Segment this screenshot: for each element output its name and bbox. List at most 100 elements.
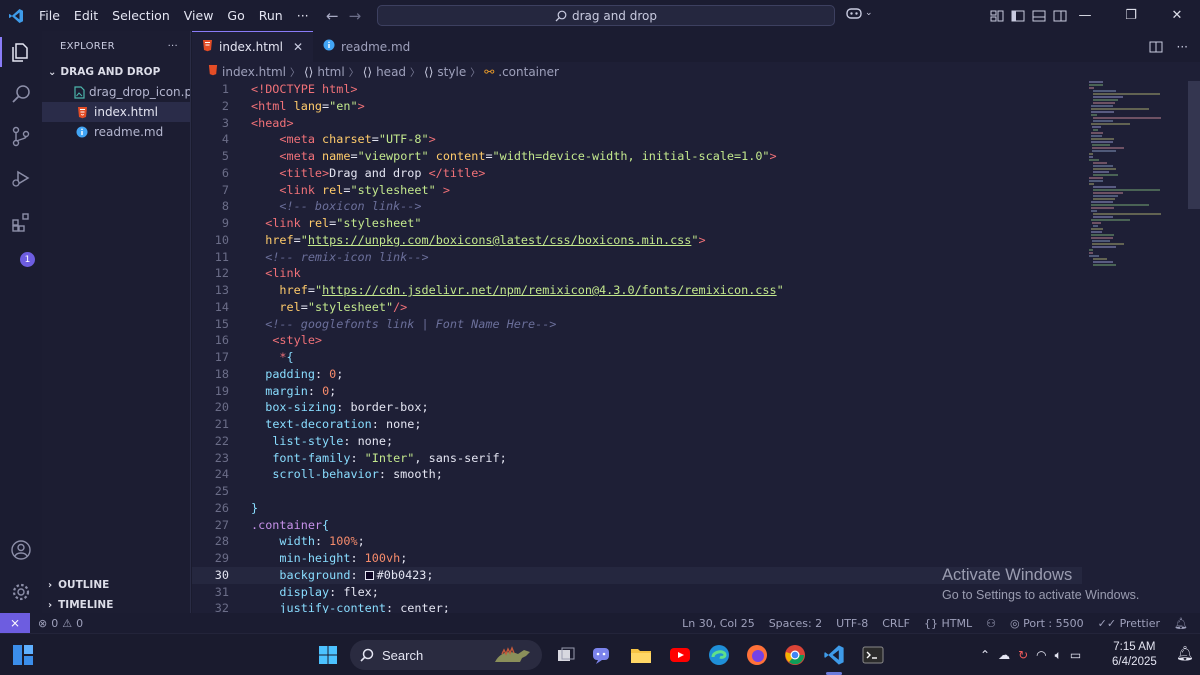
file-index-html[interactable]: index.html [42,102,190,122]
teams-chat-icon[interactable] [590,643,614,667]
split-editor-icon[interactable] [1149,41,1163,53]
code-line[interactable]: 6 <title>Drag and drop </title> [192,165,1082,182]
toggle-sidebar-icon[interactable] [1011,10,1025,22]
breadcrumb-item[interactable]: index.html [222,65,286,79]
code-line[interactable]: 21 text-decoration: none; [192,416,1082,433]
tab-index-html[interactable]: index.html ✕ [192,31,314,62]
menu-more[interactable]: ··· [290,0,316,31]
more-actions-icon[interactable]: ··· [1177,40,1188,54]
onedrive-icon[interactable]: ☁ [998,648,1010,662]
indentation[interactable]: Spaces: 2 [769,617,822,630]
customize-layout-icon[interactable] [990,10,1004,22]
wifi-icon[interactable]: ◠ [1036,648,1046,662]
code-line[interactable]: 5 <meta name="viewport" content="width=d… [192,148,1082,165]
editor-scrollbar[interactable] [1188,81,1200,209]
code-line[interactable]: 4 <meta charset="UTF-8"> [192,131,1082,148]
accounts-icon[interactable] [8,537,34,563]
code-line[interactable]: 2 <html lang="en"> [192,98,1082,115]
breadcrumb-item[interactable]: style [437,65,466,79]
explorer-icon[interactable] [8,39,34,65]
manage-gear-icon[interactable] [8,579,34,605]
code-line[interactable]: 25 [192,483,1082,500]
menu-edit[interactable]: Edit [67,0,105,31]
start-windows-icon[interactable] [316,643,340,667]
cursor-position[interactable]: Ln 30, Col 25 [682,617,755,630]
menu-run[interactable]: Run [252,0,290,31]
vscode-logo-icon[interactable] [0,0,32,31]
copilot-status-icon[interactable]: ⚇ [986,617,996,630]
timeline-section[interactable]: › TIMELINE [42,595,190,615]
copilot-button[interactable]: ⌄ [845,6,873,20]
code-line[interactable]: 19 margin: 0; [192,383,1082,400]
tab-readme-md[interactable]: readme.md [313,31,420,62]
explorer-more-button[interactable]: ··· [168,41,178,52]
code-line[interactable]: 22 list-style: none; [192,433,1082,450]
code-line[interactable]: 20 box-sizing: border-box; [192,399,1082,416]
code-line[interactable]: 12 <link [192,265,1082,282]
back-arrow-icon[interactable]: ← [326,7,339,25]
code-line[interactable]: 27 .container{ [192,517,1082,534]
source-control-icon[interactable] [8,123,34,149]
code-line[interactable]: 13 href="https://cdn.jsdelivr.net/npm/re… [192,282,1082,299]
file-drag-drop-icon[interactable]: drag_drop_icon.p... [42,82,190,102]
notifications-bell-icon[interactable]: 🔔︎ [1174,617,1188,630]
code-line[interactable]: 9 <link rel="stylesheet" [192,215,1082,232]
command-center-search[interactable]: drag and drop [377,5,835,26]
terminal-icon[interactable] [861,643,885,667]
line-ending[interactable]: CRLF [882,617,910,630]
code-line[interactable]: 1 <!DOCTYPE html> [192,81,1082,98]
close-button[interactable]: ✕ [1154,8,1200,23]
breadcrumb-item[interactable]: .container [498,65,559,79]
minimap[interactable] [1089,81,1189,271]
youtube-icon[interactable] [668,643,692,667]
notification-center-bell-icon[interactable]: 🔔︎ [1176,646,1194,662]
close-icon[interactable]: ✕ [293,40,303,54]
problems-indicator[interactable]: ⊗ 0 ⚠ 0 [38,617,83,630]
sync-icon[interactable]: ↻ [1018,648,1028,662]
encoding[interactable]: UTF-8 [836,617,868,630]
code-line[interactable]: 3 <head> [192,115,1082,132]
code-line[interactable]: 8 <!-- boxicon link--> [192,198,1082,215]
taskbar-search[interactable]: Search [350,640,542,670]
chevron-up-icon[interactable]: ⌃ [980,648,990,662]
chrome-icon[interactable] [783,643,807,667]
vscode-taskbar-icon[interactable] [822,643,846,667]
breadcrumb-item[interactable]: head [376,65,406,79]
file-explorer-icon[interactable] [629,643,653,667]
code-line[interactable]: 15 <!-- googlefonts link | Font Name Her… [192,316,1082,333]
firefox-icon[interactable] [745,643,769,667]
restore-button[interactable]: ❐ [1108,8,1154,23]
minimize-button[interactable]: — [1062,8,1108,23]
live-server-port[interactable]: ◎ Port : 5500 [1010,617,1084,630]
code-line[interactable]: 11 <!-- remix-icon link--> [192,249,1082,266]
code-line[interactable]: 28 width: 100%; [192,533,1082,550]
code-line[interactable]: 29 min-height: 100vh; [192,550,1082,567]
menu-view[interactable]: View [177,0,221,31]
toggle-panel-icon[interactable] [1032,10,1046,22]
menu-go[interactable]: Go [220,0,251,31]
code-line[interactable]: 10 href="https://unpkg.com/boxicons@late… [192,232,1082,249]
code-editor[interactable]: 1 <!DOCTYPE html> 2 <html lang="en"> 3 <head>… [192,81,1200,615]
outline-section[interactable]: › OUTLINE [42,575,190,595]
code-line[interactable]: 16 <style> [192,332,1082,349]
code-line[interactable]: 7 <link rel="stylesheet" > [192,182,1082,199]
menu-file[interactable]: File [32,0,67,31]
language-mode[interactable]: {} HTML [924,617,972,630]
code-line[interactable]: 18 padding: 0; [192,366,1082,383]
code-line[interactable]: 23 font-family: "Inter", sans-serif; [192,450,1082,467]
run-debug-icon[interactable] [8,165,34,191]
taskbar-clock[interactable]: 7:15 AM 6/4/2025 [1112,640,1157,670]
battery-icon[interactable]: ▭ [1070,648,1081,662]
search-icon[interactable] [8,81,34,107]
code-line[interactable]: 17 *{ [192,349,1082,366]
forward-arrow-icon[interactable]: → [349,7,362,25]
extensions-icon[interactable] [8,209,34,235]
color-swatch[interactable] [364,570,374,580]
prettier-status[interactable]: ✓✓ Prettier [1098,617,1160,630]
code-line[interactable]: 14 rel="stylesheet"/> [192,299,1082,316]
code-line[interactable]: 24 scroll-behavior: smooth; [192,466,1082,483]
folder-drag-and-drop[interactable]: ⌄ DRAG AND DROP [42,62,190,82]
volume-icon[interactable]: 🔈︎ [1055,648,1062,663]
menu-selection[interactable]: Selection [105,0,177,31]
widgets-icon[interactable] [10,642,36,668]
